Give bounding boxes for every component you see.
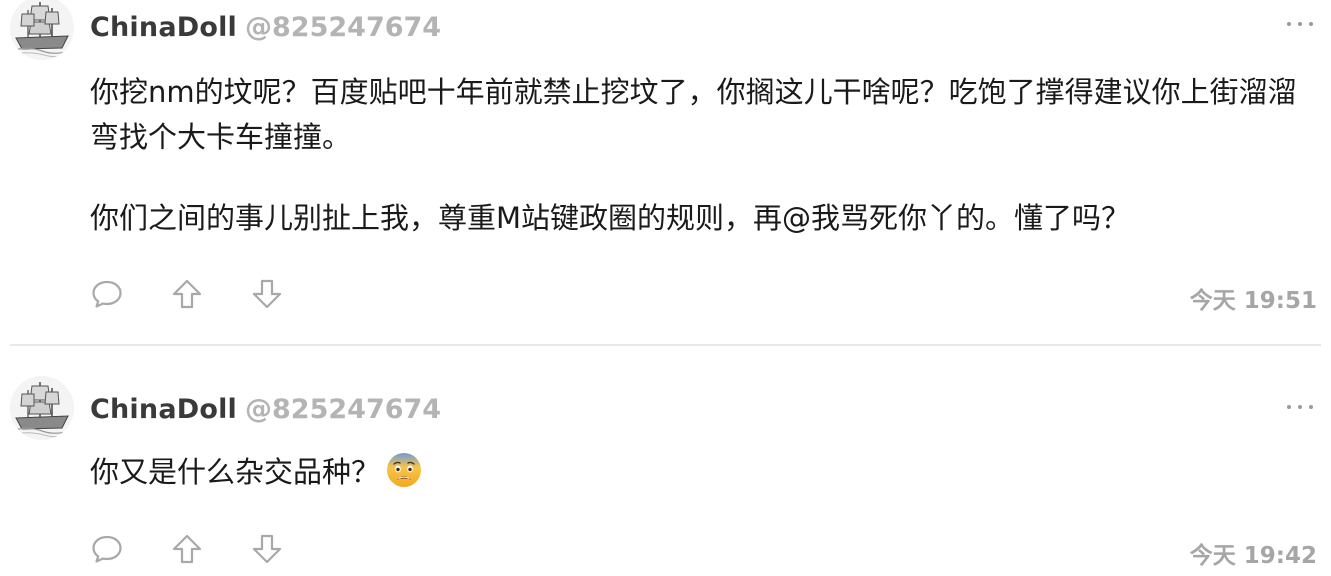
comment: ChinaDoll @825247674 你又是什么杂交品种？ 今天 19:42 [0, 346, 1331, 576]
upvote-button[interactable] [170, 532, 204, 566]
comment-paragraph: 你挖nm的坟呢？百度贴吧十年前就禁止挖坟了，你搁这儿干啥呢？吃饱了撑得建议你上街… [90, 75, 1297, 154]
reply-button[interactable] [90, 277, 124, 311]
downvote-button[interactable] [250, 277, 284, 311]
speech-bubble-icon [92, 280, 122, 308]
comment-header: ChinaDoll @825247674 [90, 7, 441, 47]
avatar[interactable] [10, 376, 74, 440]
arrow-down-icon [252, 279, 282, 309]
comment-body: 你挖nm的坟呢？百度贴吧十年前就禁止挖坟了，你搁这儿干啥呢？吃饱了撑得建议你上街… [90, 70, 1310, 241]
comment-text: 你又是什么杂交品种？ [90, 455, 381, 489]
comment-paragraph: 你又是什么杂交品种？ [90, 450, 1310, 495]
user-handle: @825247674 [245, 11, 442, 43]
downvote-button[interactable] [250, 532, 284, 566]
arrow-down-icon [252, 534, 282, 564]
arrow-up-icon [172, 279, 202, 309]
timestamp: 今天 19:51 [1189, 288, 1317, 314]
upvote-button[interactable] [170, 277, 204, 311]
more-dots-icon[interactable] [1287, 403, 1313, 411]
comment: ChinaDoll @825247674 你挖nm的坟呢？百度贴吧十年前就禁止挖… [0, 0, 1331, 344]
comment-header: ChinaDoll @825247674 [90, 389, 441, 429]
reply-button[interactable] [90, 532, 124, 566]
ship-avatar-icon [10, 0, 74, 60]
avatar[interactable] [10, 0, 74, 60]
username[interactable]: ChinaDoll [90, 394, 237, 425]
arrow-up-icon [172, 534, 202, 564]
username[interactable]: ChinaDoll [90, 12, 237, 43]
more-dots-icon[interactable] [1287, 20, 1313, 28]
fearful-face-emoji-icon [387, 453, 422, 487]
ship-avatar-icon [10, 376, 74, 440]
comment-paragraph: 你们之间的事儿别扯上我，尊重M站键政圈的规则，再@我骂死你丫的。懂了吗？ [90, 201, 1131, 235]
timestamp: 今天 19:42 [1189, 543, 1317, 569]
comment-actions [90, 277, 330, 311]
comment-actions [90, 532, 330, 566]
speech-bubble-icon [92, 535, 122, 563]
user-handle: @825247674 [245, 393, 442, 425]
comment-body: 你又是什么杂交品种？ [90, 450, 1310, 495]
